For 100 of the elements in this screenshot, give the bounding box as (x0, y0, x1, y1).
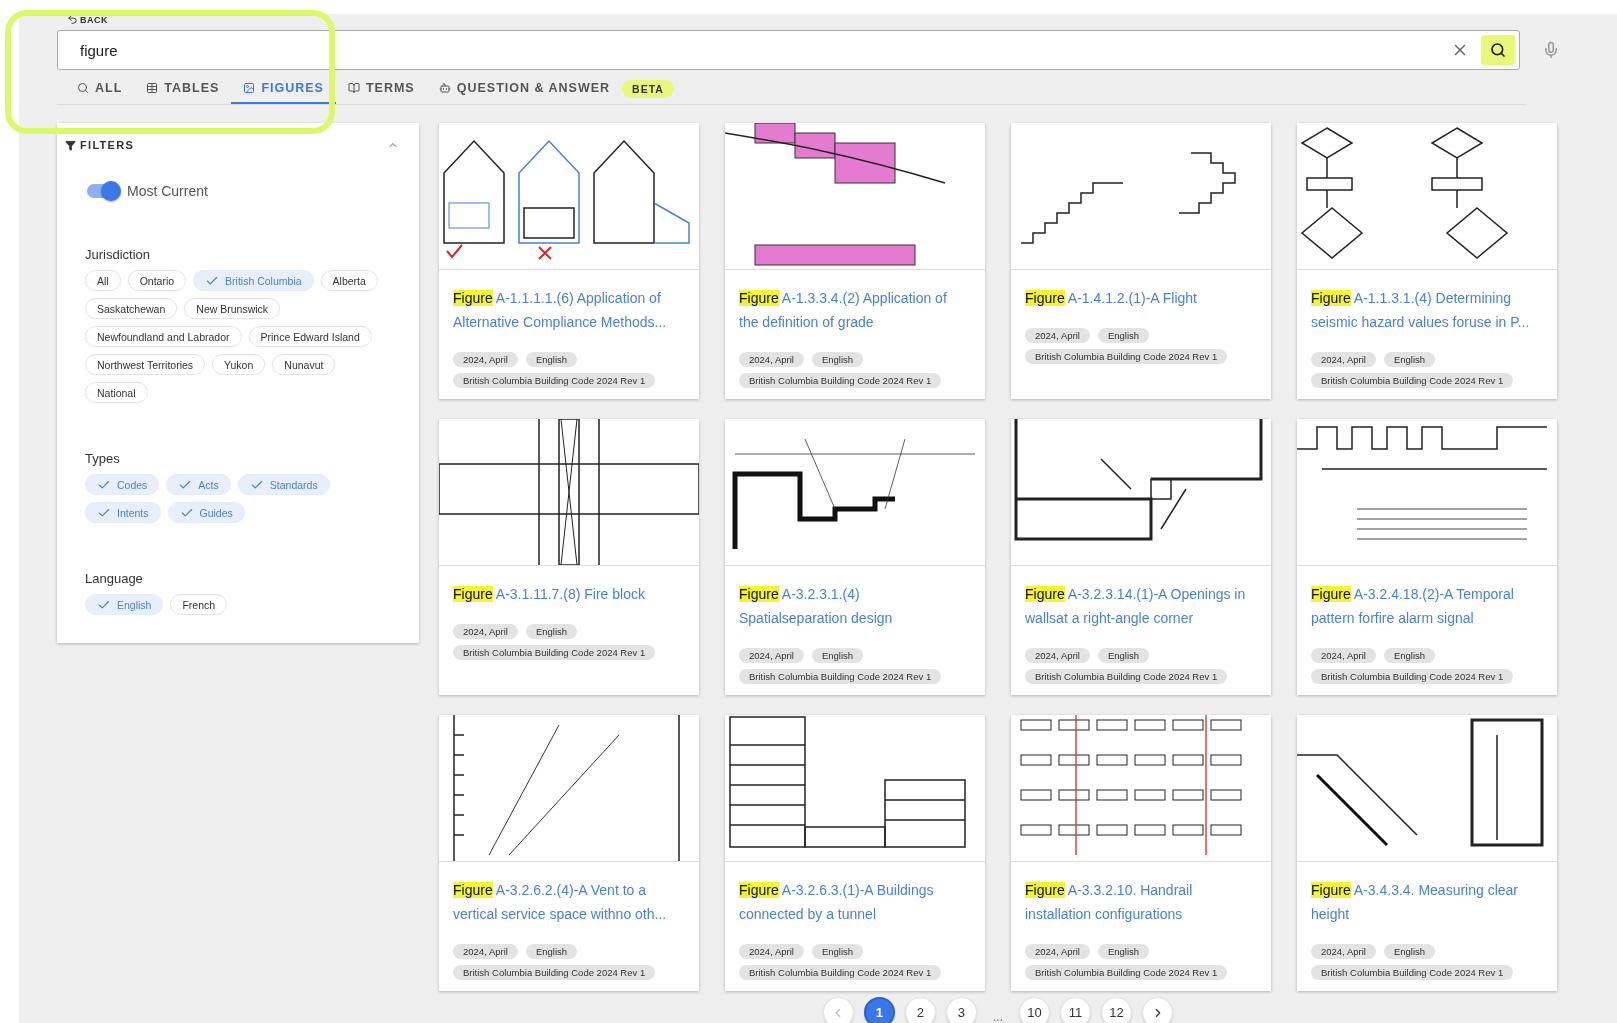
tag: 2024, April (453, 624, 518, 639)
tag: British Columbia Building Code 2024 Rev 1 (453, 645, 656, 660)
filter-chip[interactable]: Nunavut (272, 354, 336, 375)
tab[interactable]: QUESTION & ANSWER (426, 73, 623, 104)
filter-group-title: Language (85, 571, 144, 586)
tag: British Columbia Building Code 2024 Rev 1 (739, 373, 942, 388)
page-button[interactable]: 3 (946, 997, 977, 1023)
filter-chip[interactable]: English (85, 594, 164, 615)
tag: British Columbia Building Code 2024 Rev 1 (453, 965, 656, 980)
next-page-button[interactable] (1142, 997, 1173, 1023)
filter-chip[interactable]: British Columbia (193, 270, 314, 291)
figure-title-link[interactable]: Figure A-3.3.2.10. Handrail installation configurations (1025, 878, 1247, 926)
figure-title-link[interactable]: Figure A-1.1.3.1.(4) Determining seismic hazard values foruse in P... (1311, 286, 1533, 334)
tag: British Columbia Building Code 2024 Rev 1 (1311, 669, 1514, 684)
tag: English (525, 352, 578, 367)
filter-chip[interactable]: Codes (85, 474, 160, 495)
page-ellipsis: ... (992, 1009, 1004, 1023)
toggle-label: Most Current (127, 183, 208, 199)
tag: 2024, April (739, 944, 804, 959)
tag: English (1383, 648, 1436, 663)
tag: British Columbia Building Code 2024 Rev 1 (1311, 373, 1514, 388)
figure-title-link[interactable]: Figure A-1.4.1.2.(1)-A Flight (1025, 286, 1247, 310)
figure-title-link[interactable]: Figure A-3.2.4.18.(2)-A Temporal pattern forfire alarm signal (1311, 582, 1533, 630)
table-icon (146, 82, 159, 94)
tag: English (1097, 328, 1150, 343)
filter-group-title: Jurisdiction (85, 247, 152, 262)
tag: British Columbia Building Code 2024 Rev 1 (1025, 349, 1228, 364)
tag: British Columbia Building Code 2024 Rev 1 (453, 373, 656, 388)
filter-chip[interactable]: Intents (85, 502, 161, 523)
tag: 2024, April (453, 352, 518, 367)
tag: English (811, 352, 864, 367)
filter-chip[interactable]: National (85, 382, 148, 403)
filter-chip[interactable]: Acts (166, 474, 231, 495)
filter-chip[interactable]: All (85, 270, 121, 291)
filter-chip[interactable]: French (170, 594, 228, 615)
microphone-icon (1542, 41, 1560, 59)
tag: 2024, April (1311, 648, 1376, 663)
tag: 2024, April (739, 648, 804, 663)
tag: British Columbia Building Code 2024 Rev 1 (1311, 965, 1514, 980)
page-button[interactable]: 12 (1101, 997, 1132, 1023)
filter-chip[interactable]: Northwest Territories (85, 354, 206, 375)
search-button[interactable] (1481, 35, 1515, 65)
book-icon (347, 82, 360, 94)
tag: English (1097, 648, 1150, 663)
search-icon (1490, 42, 1506, 58)
tag: 2024, April (1025, 944, 1090, 959)
filter-chip[interactable]: Prince Edward Island (248, 326, 372, 347)
tag: 2024, April (739, 352, 804, 367)
page-button[interactable]: 1 (864, 997, 895, 1023)
back-button[interactable]: BACK (67, 14, 108, 25)
beta-badge: BETA (622, 79, 674, 98)
toggle-switch[interactable] (87, 184, 119, 198)
figure-title-link[interactable]: Figure A-3.1.11.7.(8) Fire block (453, 582, 675, 606)
filter-chip[interactable]: Ontario (127, 270, 187, 291)
tag: British Columbia Building Code 2024 Rev 1 (739, 669, 942, 684)
filter-chip[interactable]: Guides (167, 502, 245, 523)
page-button[interactable]: 11 (1060, 997, 1091, 1023)
tab[interactable]: ALL (65, 73, 135, 104)
tag: 2024, April (1311, 352, 1376, 367)
filter-chip[interactable]: Saskatchewan (85, 298, 178, 319)
search-icon (77, 82, 89, 94)
search-field[interactable]: figure (57, 30, 1520, 70)
image-icon (243, 82, 256, 94)
filter-chip[interactable]: Standards (237, 474, 330, 495)
page-button[interactable]: 10 (1019, 997, 1050, 1023)
tag: English (811, 944, 864, 959)
filter-chip[interactable]: Alberta (320, 270, 378, 291)
figure-title-link[interactable]: Figure A-3.2.6.3.(1)-A Buildings connected by a tunnel (739, 878, 961, 926)
tag: English (1383, 352, 1436, 367)
figure-title-link[interactable]: Figure A-3.4.3.4. Measuring clear height (1311, 878, 1533, 926)
robot-icon (438, 82, 451, 94)
filter-chip[interactable]: Newfoundland and Labrador (85, 326, 242, 347)
tag: English (525, 944, 578, 959)
search-input[interactable]: figure (78, 40, 1439, 60)
page-button[interactable]: 2 (905, 997, 936, 1023)
tag: English (1097, 944, 1150, 959)
tag: 2024, April (1025, 648, 1090, 663)
tag: 2024, April (1025, 328, 1090, 343)
tag: English (1383, 944, 1436, 959)
figure-title-link[interactable]: Figure A-3.2.3.14.(1)-A Openings in wallsat a right-angle corner (1025, 582, 1247, 630)
figure-title-link[interactable]: Figure A-3.2.3.1.(4) Spatialseparation design (739, 582, 961, 630)
filter-icon (65, 139, 76, 151)
figure-title-link[interactable]: Figure A-1.3.3.4.(2) Application of the definition of grade (739, 286, 961, 334)
figure-title-link[interactable]: Figure A-3.2.6.2.(4)-A Vent to a vertical service space withno oth... (453, 878, 675, 926)
back-arrow-icon (67, 14, 78, 25)
tag: 2024, April (453, 944, 518, 959)
tag: British Columbia Building Code 2024 Rev 1 (739, 965, 942, 980)
tab[interactable]: TABLES (134, 73, 232, 104)
figure-title-link[interactable]: Figure A-1.1.1.1.(6) Application of Alternative Compliance Methods... (453, 286, 675, 334)
tag: English (525, 624, 578, 639)
filter-chip[interactable]: Yukon (212, 354, 266, 375)
filter-chip[interactable]: New Brunswick (184, 298, 281, 319)
tag: 2024, April (1311, 944, 1376, 959)
filters-title: FILTERS (80, 139, 135, 151)
tab[interactable]: TERMS (335, 73, 427, 104)
tag: British Columbia Building Code 2024 Rev 1 (1025, 669, 1228, 684)
filter-group-title: Types (85, 451, 121, 466)
tag: English (811, 648, 864, 663)
tab[interactable]: FIGURES (231, 73, 336, 104)
tag: British Columbia Building Code 2024 Rev 1 (1025, 965, 1228, 980)
